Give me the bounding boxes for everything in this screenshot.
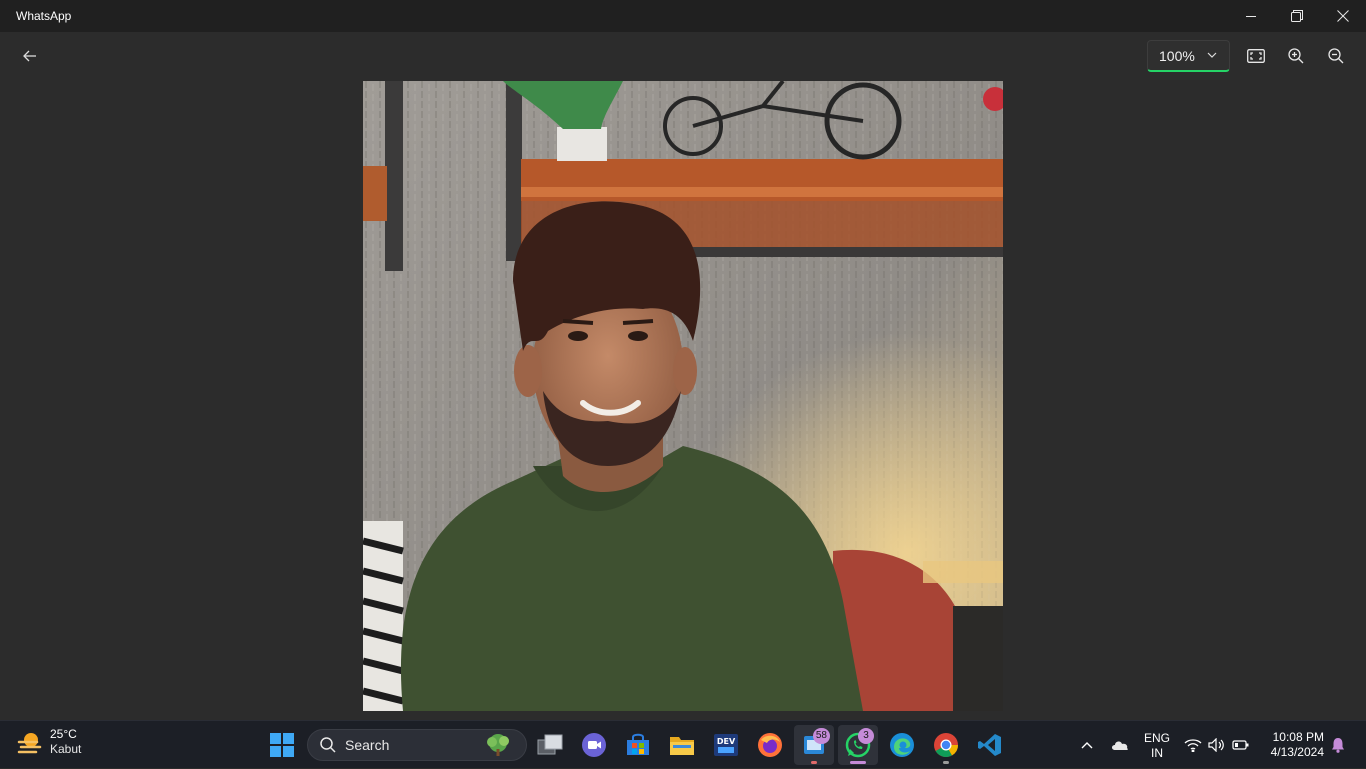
svg-text:DEV: DEV (717, 737, 736, 746)
minimize-icon (1246, 16, 1256, 17)
clock-time: 10:08 PM (1272, 730, 1324, 744)
taskbar-app-task-view[interactable] (530, 725, 570, 765)
chevron-down-icon (1207, 52, 1217, 58)
store-bag-icon (627, 733, 649, 755)
restore-button[interactable] (1274, 0, 1320, 32)
taskbar-app-file-explorer[interactable] (662, 725, 702, 765)
notification-badge: 3 (858, 728, 874, 744)
fit-screen-icon (1247, 49, 1265, 63)
onedrive-tray-icon[interactable] (1108, 721, 1132, 769)
close-button[interactable] (1320, 0, 1366, 32)
viewed-photo (363, 81, 1003, 711)
back-button[interactable] (14, 42, 46, 70)
zoom-out-button[interactable] (1321, 42, 1351, 70)
cloud-icon (1112, 741, 1128, 750)
bell-icon (1332, 738, 1344, 753)
windows-logo-icon (270, 733, 294, 757)
taskbar-app-edge[interactable] (882, 725, 922, 765)
task-view-icon (537, 734, 563, 755)
notifications-button[interactable] (1328, 721, 1348, 769)
chrome-icon (934, 733, 958, 758)
language-code: ENG (1143, 731, 1170, 745)
volume-icon (1208, 738, 1224, 752)
search-icon (320, 737, 336, 753)
start-button[interactable] (266, 725, 298, 765)
zoom-level-select[interactable]: 100% (1147, 40, 1230, 72)
minimize-button[interactable] (1228, 0, 1274, 32)
close-icon (1337, 10, 1349, 22)
media-viewer: 100% (0, 32, 1366, 720)
weather-widget[interactable]: 25°C Kabut (16, 727, 81, 757)
language-region: IN (1151, 746, 1163, 760)
zoom-in-icon (1288, 48, 1304, 64)
weather-temperature: 25°C (50, 727, 77, 741)
fit-to-screen-button[interactable] (1241, 42, 1271, 70)
taskbar-app-whatsapp[interactable]: 3 (838, 725, 878, 765)
taskbar-search[interactable]: Search (307, 729, 527, 761)
battery-icon (1232, 740, 1249, 750)
taskbar: 25°C Kabut Search DEV 58 3 ENG IN 10:08 … (0, 720, 1366, 768)
arrow-left-icon (23, 50, 36, 62)
zoom-in-button[interactable] (1281, 42, 1311, 70)
weather-fog-icon (17, 733, 42, 754)
search-highlight-tree-icon (487, 734, 509, 756)
input-language-indicator[interactable]: ENG IN (1143, 731, 1171, 761)
taskbar-app-firefox[interactable] (750, 725, 790, 765)
window-title: WhatsApp (16, 9, 72, 23)
taskbar-app-vscode[interactable] (970, 725, 1010, 765)
dev-app-icon: DEV (714, 734, 738, 756)
running-indicator (943, 761, 949, 764)
title-bar: WhatsApp (0, 0, 1366, 32)
edge-icon (890, 733, 914, 757)
video-chat-icon (582, 733, 606, 757)
taskbar-app-microsoft-todo[interactable]: 58 (794, 725, 834, 765)
running-indicator (811, 761, 817, 764)
chevron-up-icon (1081, 742, 1093, 749)
weather-condition: Kabut (50, 742, 82, 756)
taskbar-app-teams-meet[interactable] (574, 725, 614, 765)
wifi-icon (1184, 739, 1202, 752)
quick-settings-button[interactable] (1182, 721, 1252, 769)
show-hidden-icons-button[interactable] (1076, 721, 1098, 769)
notification-badge: 58 (812, 728, 830, 744)
vscode-icon (978, 734, 1001, 756)
taskbar-app-chrome[interactable] (926, 725, 966, 765)
active-indicator (850, 761, 866, 764)
taskbar-app-dev-app[interactable]: DEV (706, 725, 746, 765)
firefox-icon (758, 733, 782, 757)
restore-icon (1291, 10, 1303, 22)
zoom-out-icon (1328, 48, 1344, 64)
zoom-level-value: 100% (1159, 47, 1195, 64)
search-label: Search (345, 737, 390, 753)
folder-icon (670, 737, 694, 755)
taskbar-app-microsoft-store[interactable] (618, 725, 658, 765)
taskbar-clock[interactable]: 10:08 PM 4/13/2024 (1262, 730, 1324, 760)
portrait-photo (363, 81, 1003, 711)
clock-date: 4/13/2024 (1270, 745, 1324, 759)
